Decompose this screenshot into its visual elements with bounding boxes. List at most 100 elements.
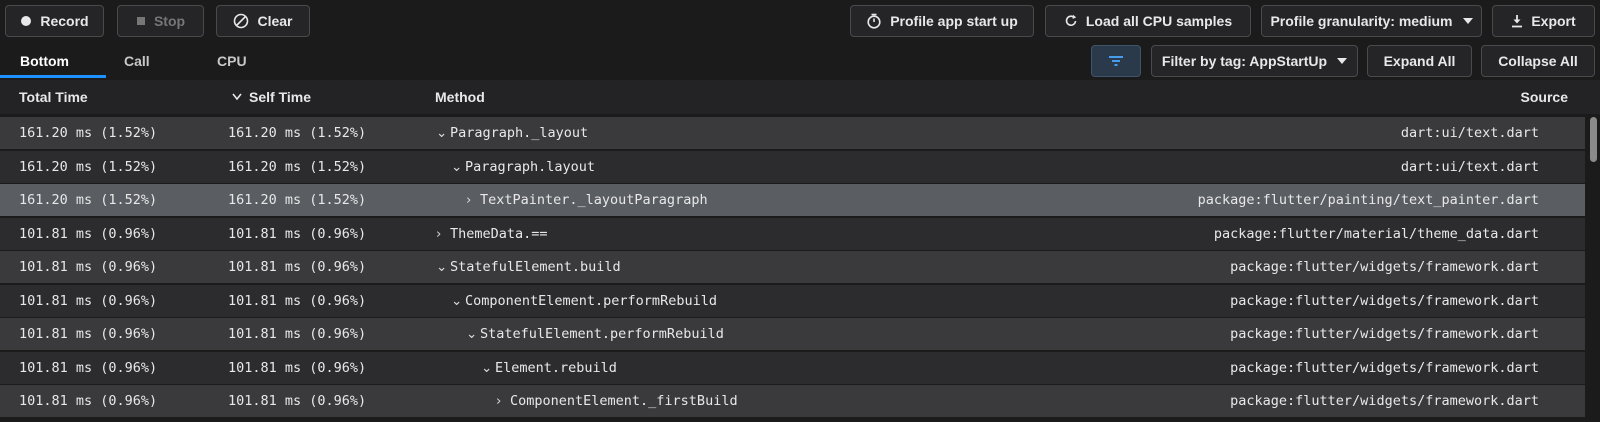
total-time-cell: 101.81 ms (0.96%) xyxy=(19,393,158,409)
filter-by-tag-label: Filter by tag: AppStartUp xyxy=(1161,53,1328,69)
table-row[interactable]: 161.20 ms (1.52%) 161.20 ms (1.52%) › TextP… xyxy=(0,184,1585,216)
method-cell: › TextPainter._layoutParagraph xyxy=(466,184,708,216)
self-time-cell: 101.81 ms (0.96%) xyxy=(228,292,367,309)
scrollbar-thumb[interactable] xyxy=(1590,117,1597,162)
self-time-cell: 101.81 ms (0.96%) xyxy=(228,225,367,242)
profile-granularity-dropdown[interactable]: Profile granularity: medium xyxy=(1261,5,1482,37)
active-tab-indicator xyxy=(0,75,106,78)
method-name: ComponentElement._firstBuild xyxy=(510,393,738,409)
total-time-cell: 101.81 ms (0.96%) xyxy=(19,225,158,242)
profile-app-start-up-label: Profile app start up xyxy=(890,13,1018,29)
total-time-cell: 161.20 ms (1.52%) xyxy=(19,125,158,141)
filter-by-tag-dropdown[interactable]: Filter by tag: AppStartUp xyxy=(1151,45,1358,77)
source-cell: package:flutter/widgets/framework.dart xyxy=(1230,326,1539,342)
collapse-all-button[interactable]: Collapse All xyxy=(1481,45,1595,77)
method-cell: ⌄ StatefulElement.build xyxy=(436,251,621,283)
method-name: TextPainter._layoutParagraph xyxy=(480,192,708,208)
clear-label: Clear xyxy=(257,13,293,29)
load-all-cpu-samples-button[interactable]: Load all CPU samples xyxy=(1045,5,1251,37)
expanded-chevron-icon[interactable]: ⌄ xyxy=(481,352,495,384)
method-cell: ⌄ Element.rebuild xyxy=(481,352,617,384)
total-time-cell: 101.81 ms (0.96%) xyxy=(19,259,158,275)
source-cell: package:flutter/material/theme_data.dart xyxy=(1213,225,1539,242)
expand-all-label: Expand All xyxy=(1383,53,1456,69)
vertical-scrollbar[interactable] xyxy=(1585,117,1600,422)
method-name: Element.rebuild xyxy=(495,359,617,376)
filter-button[interactable] xyxy=(1091,45,1141,77)
export-button[interactable]: Export xyxy=(1492,5,1595,37)
clear-icon xyxy=(233,13,249,29)
table-header: Total Time Self Time Method Source xyxy=(0,80,1600,114)
export-label: Export xyxy=(1531,13,1576,29)
table-row[interactable]: 161.20 ms (1.52%) 161.20 ms (1.52%) ⌄ Parag… xyxy=(0,117,1585,149)
stop-button[interactable]: Stop xyxy=(117,5,204,37)
expanded-chevron-icon[interactable]: ⌄ xyxy=(451,151,465,183)
table-row[interactable]: 101.81 ms (0.96%) 101.81 ms (0.96%) ⌄ State… xyxy=(0,251,1585,283)
method-cell: ⌄ Paragraph.layout xyxy=(451,151,595,183)
refresh-icon xyxy=(1064,14,1078,28)
filter-icon xyxy=(1109,56,1123,66)
total-time-cell: 101.81 ms (0.96%) xyxy=(19,359,158,376)
stop-label: Stop xyxy=(153,13,186,29)
method-cell: › ComponentElement._firstBuild xyxy=(496,385,738,417)
download-icon xyxy=(1511,14,1523,28)
self-time-cell: 101.81 ms (0.96%) xyxy=(228,359,367,376)
table-row[interactable]: 101.81 ms (0.96%) 101.81 ms (0.96%) ⌄ Compo… xyxy=(0,284,1585,317)
method-cell: ⌄ Paragraph._layout xyxy=(436,117,588,149)
method-name: Paragraph._layout xyxy=(450,125,589,141)
source-cell: package:flutter/widgets/framework.dart xyxy=(1230,393,1539,409)
profile-granularity-label: Profile granularity: medium xyxy=(1270,13,1453,29)
method-cell: ⌄ StatefulElement.performRebuild xyxy=(466,318,724,350)
method-cell: › ThemeData.== xyxy=(436,218,548,250)
chevron-down-icon xyxy=(1462,18,1473,24)
tab-bottom-up[interactable]: Bottom Up xyxy=(20,44,69,103)
method-name: Paragraph.layout xyxy=(465,158,596,175)
tab-call-tree[interactable]: Call Tree xyxy=(124,44,153,103)
record-label: Record xyxy=(40,13,89,29)
method-name: ThemeData.== xyxy=(450,225,548,242)
source-cell: dart:ui/text.dart xyxy=(1400,158,1539,175)
clear-button[interactable]: Clear xyxy=(216,5,310,37)
method-name: ComponentElement.performRebuild xyxy=(465,292,717,309)
self-time-cell: 101.81 ms (0.96%) xyxy=(228,259,367,275)
load-all-cpu-samples-label: Load all CPU samples xyxy=(1085,13,1233,29)
chevron-down-icon xyxy=(1337,58,1348,64)
expanded-chevron-icon[interactable]: ⌄ xyxy=(436,251,450,283)
method-name: StatefulElement.build xyxy=(450,259,621,275)
source-cell: package:flutter/widgets/framework.dart xyxy=(1230,359,1539,376)
timer-icon xyxy=(866,13,882,29)
total-time-cell: 101.81 ms (0.96%) xyxy=(19,326,158,342)
table-row[interactable]: 101.81 ms (0.96%) 101.81 ms (0.96%) › Theme… xyxy=(0,217,1585,250)
expanded-chevron-icon[interactable]: ⌄ xyxy=(436,117,450,149)
tab-cpu-flame-chart[interactable]: CPU Flame Chart xyxy=(217,44,257,137)
source-cell: package:flutter/widgets/framework.dart xyxy=(1230,259,1539,275)
toolbar: Record Stop Clear Profile app start up L… xyxy=(0,0,1600,40)
source-cell: package:flutter/painting/text_painter.da… xyxy=(1197,192,1539,208)
collapse-all-label: Collapse All xyxy=(1498,53,1578,69)
total-time-cell: 161.20 ms (1.52%) xyxy=(19,158,158,175)
stop-icon xyxy=(136,16,146,26)
table-row[interactable]: 101.81 ms (0.96%) 101.81 ms (0.96%) ⌄ Eleme… xyxy=(0,351,1585,384)
column-header-method[interactable]: Method xyxy=(435,80,485,114)
expanded-chevron-icon[interactable]: ⌄ xyxy=(451,285,465,317)
profile-app-start-up-button[interactable]: Profile app start up xyxy=(850,5,1034,37)
column-header-self-time[interactable]: Self Time xyxy=(249,80,311,114)
table-row[interactable]: 101.81 ms (0.96%) 101.81 ms (0.96%) ⌄ State… xyxy=(0,318,1585,350)
collapsed-chevron-icon[interactable]: › xyxy=(496,385,510,417)
table-row[interactable]: 161.20 ms (1.52%) 161.20 ms (1.52%) ⌄ Parag… xyxy=(0,150,1585,183)
total-time-cell: 161.20 ms (1.52%) xyxy=(19,192,158,208)
sort-descending-icon xyxy=(232,80,242,114)
table-row[interactable]: 101.81 ms (0.96%) 101.81 ms (0.96%) › Compo… xyxy=(0,385,1585,417)
collapsed-chevron-icon[interactable]: › xyxy=(466,184,480,216)
column-header-total-time[interactable]: Total Time xyxy=(19,80,88,114)
source-cell: package:flutter/widgets/framework.dart xyxy=(1230,292,1539,309)
record-button[interactable]: Record xyxy=(5,5,104,37)
expand-all-button[interactable]: Expand All xyxy=(1367,45,1472,77)
total-time-cell: 101.81 ms (0.96%) xyxy=(19,292,158,309)
column-header-source[interactable]: Source xyxy=(1521,80,1568,114)
expanded-chevron-icon[interactable]: ⌄ xyxy=(466,318,480,350)
collapsed-chevron-icon[interactable]: › xyxy=(436,218,450,250)
method-name: StatefulElement.performRebuild xyxy=(480,326,724,342)
source-cell: dart:ui/text.dart xyxy=(1400,125,1539,141)
self-time-cell: 161.20 ms (1.52%) xyxy=(228,192,367,208)
